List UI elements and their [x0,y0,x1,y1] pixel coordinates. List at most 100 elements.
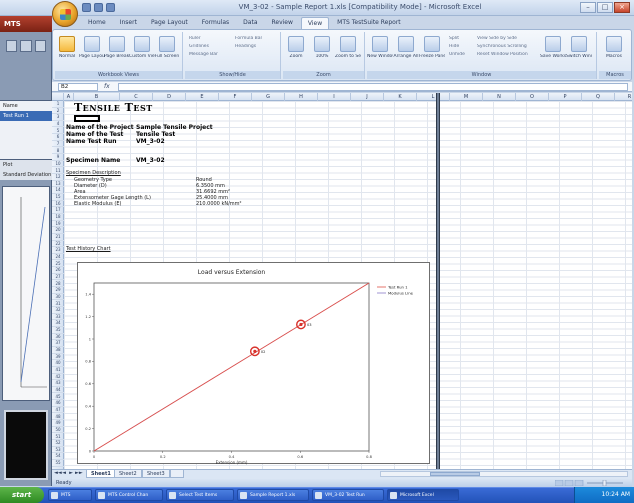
unhide-button[interactable]: Unhide [449,52,465,58]
undo-icon[interactable] [94,3,103,12]
taskbar-item[interactable]: VM_3-02 Test Run [312,489,384,501]
column-header[interactable]: I [318,93,351,101]
column-header[interactable]: Q [582,93,615,101]
name-box[interactable]: B2 [58,83,98,91]
row-header[interactable]: 55 [52,460,64,467]
message-bar-checkbox[interactable]: Message Bar [189,52,218,58]
column-header[interactable]: C [120,93,153,101]
mts-tool-icon[interactable] [6,40,18,52]
row-header[interactable]: 51 [52,434,64,440]
row-header[interactable]: 33 [52,314,64,321]
macros-icon[interactable] [606,36,622,52]
page-break-preview-icon[interactable] [109,36,125,52]
row-header[interactable]: 30 [52,294,64,301]
formula-input[interactable] [118,83,628,91]
taskbar-item[interactable]: Sample Report 1.xls [237,489,309,501]
formula-bar-checkbox[interactable]: Formula Bar [235,36,262,42]
zoom-100-icon[interactable] [314,36,330,52]
redo-icon[interactable] [106,3,115,12]
row-header[interactable]: 23 [52,247,64,254]
row-header[interactable]: 14 [52,187,64,194]
row-header[interactable]: 39 [52,354,64,361]
zoom-slider[interactable] [555,480,625,486]
row-header[interactable]: 1 [52,101,64,108]
column-header[interactable]: E [186,93,219,101]
insert-sheet-icon[interactable] [170,470,184,478]
row-header[interactable]: 15 [52,194,64,201]
row-header[interactable]: 54 [52,453,64,460]
row-header[interactable]: 7 [52,141,64,148]
tab-mts-report[interactable]: MTS TestSuite Report [331,17,407,29]
last-sheet-button[interactable]: ►► [75,470,83,477]
tree-item[interactable]: Name [0,101,52,111]
sheet-tab-sheet2[interactable]: Sheet2 [114,470,142,478]
tab-review[interactable]: Review [266,17,299,29]
row-header[interactable]: 6 [52,134,64,141]
column-header[interactable]: O [516,93,549,101]
office-button[interactable] [52,1,78,27]
column-header[interactable]: N [483,93,516,101]
row-header[interactable]: 26 [52,267,64,274]
column-header[interactable]: G [252,93,285,101]
save-icon[interactable] [82,3,91,12]
taskbar-item[interactable]: MTS [48,489,92,501]
save-workspace-icon[interactable] [545,36,561,52]
tab-insert[interactable]: Insert [114,17,143,29]
row-header[interactable]: 28 [52,281,64,288]
column-header[interactable]: J [351,93,384,101]
row-header[interactable]: 40 [52,360,64,367]
headings-checkbox[interactable]: Headings [235,44,256,50]
hide-button[interactable]: Hide [449,44,459,50]
row-header[interactable]: 3 [52,114,64,121]
taskbar-item-active[interactable]: Microsoft Excel [387,489,459,501]
normal-view-icon[interactable] [59,36,75,52]
fx-icon[interactable]: fx [104,83,110,90]
prev-sheet-button[interactable]: ◄ [61,470,67,477]
mts-tool-icon[interactable] [20,40,32,52]
tree-item-selected[interactable]: Test Run 1 [0,111,52,121]
taskbar-item[interactable]: Select Test Items [166,489,234,501]
column-header[interactable]: L [417,93,450,101]
select-all-corner[interactable] [52,93,64,101]
column-header[interactable]: D [153,93,186,101]
row-header[interactable]: 21 [52,234,64,241]
tab-page-layout[interactable]: Page Layout [145,17,194,29]
row-header[interactable]: 12 [52,174,64,181]
maximize-button[interactable]: □ [597,2,613,13]
row-header[interactable]: 25 [52,261,64,268]
tab-home[interactable]: Home [82,17,112,29]
row-header[interactable]: 4 [52,121,64,128]
next-sheet-button[interactable]: ► [68,470,74,477]
zoom-selection-icon[interactable] [340,36,356,52]
column-header[interactable]: H [285,93,318,101]
freeze-pane-divider[interactable] [436,93,440,469]
tab-formulas[interactable]: Formulas [196,17,235,29]
column-header[interactable]: M [450,93,483,101]
row-header[interactable]: 16 [52,201,64,208]
tab-view[interactable]: View [300,17,330,29]
sync-scroll-button[interactable]: Synchronous Scrolling [477,44,539,50]
arrange-all-icon[interactable] [398,36,414,52]
row-header[interactable]: 35 [52,327,64,334]
row-header[interactable]: 31 [52,301,64,307]
row-header[interactable]: 49 [52,420,64,427]
row-header[interactable]: 46 [52,400,64,407]
new-window-icon[interactable] [372,36,388,52]
page-layout-view-icon[interactable] [84,36,100,52]
row-header[interactable]: 50 [52,427,64,434]
tree-item[interactable]: Plot [0,160,52,170]
row-header[interactable]: 8 [52,148,64,155]
row-header[interactable]: 53 [52,447,64,454]
freeze-panes-icon[interactable] [424,36,440,52]
row-header[interactable]: 10 [52,161,64,168]
row-header[interactable]: 42 [52,374,64,381]
reset-position-button[interactable]: Reset Window Position [477,52,539,58]
close-button[interactable]: × [614,2,630,13]
row-header[interactable]: 24 [52,254,64,261]
row-header[interactable]: 38 [52,347,64,354]
column-header[interactable]: A [64,93,74,101]
sheet-tab-sheet1[interactable]: Sheet1 [86,470,116,478]
mts-tool-icon[interactable] [34,40,46,52]
row-header[interactable]: 13 [52,181,64,188]
row-header[interactable]: 48 [52,414,64,421]
